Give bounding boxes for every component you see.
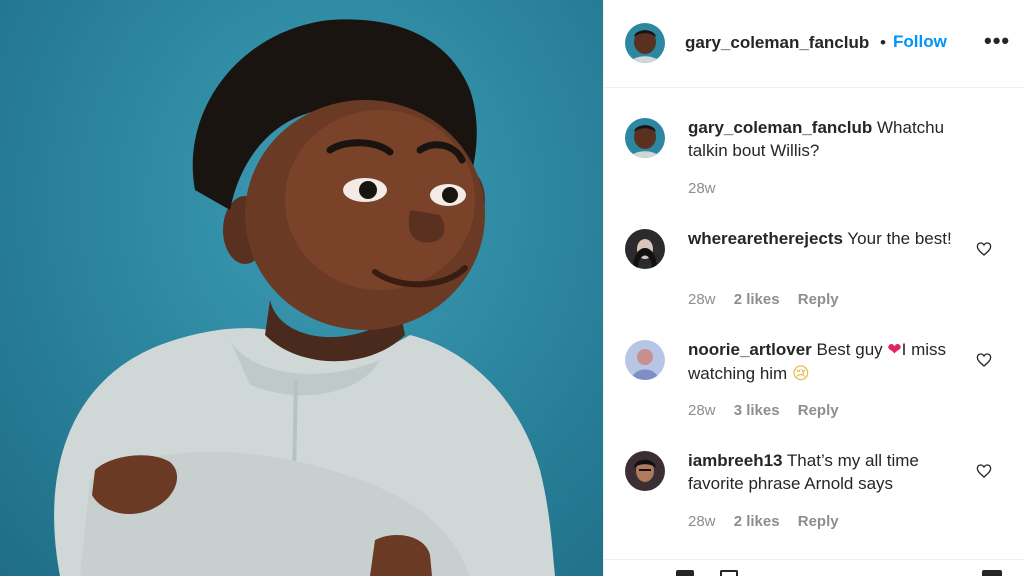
more-options-icon[interactable]: ••• (984, 28, 1010, 54)
header-username[interactable]: gary_coleman_fanclub (685, 33, 869, 53)
post-photo-illustration (54, 19, 555, 576)
comment-text: wherearetherejects Your the best! (688, 227, 958, 250)
caption-avatar[interactable] (625, 118, 665, 158)
comment-likes[interactable]: 3 likes (734, 402, 780, 419)
header-separator: • (880, 33, 886, 52)
caption-text: gary_coleman_fanclub Whatchu talkin bout… (688, 116, 958, 162)
comment-likes[interactable]: 2 likes (734, 291, 780, 308)
comment-time[interactable]: 28w (688, 402, 716, 419)
reply-button[interactable]: Reply (798, 513, 839, 530)
caption-username[interactable]: gary_coleman_fanclub (688, 118, 872, 137)
comment-text: noorie_artlover Best guy ❤I miss watchin… (688, 338, 958, 386)
comment-meta: 28w 3 likes Reply (688, 402, 853, 419)
comment-avatar[interactable] (625, 340, 665, 380)
comment-username[interactable]: noorie_artlover (688, 340, 812, 359)
avatar-image (625, 118, 665, 158)
caption-meta: 28w (688, 180, 730, 197)
avatar-image (625, 23, 665, 63)
comment-icon[interactable] (676, 570, 694, 576)
avatar-image (625, 340, 665, 380)
avatar-image (625, 229, 665, 269)
comment-username[interactable]: iambreeh13 (688, 451, 783, 470)
reply-button[interactable]: Reply (798, 402, 839, 419)
like-heart-icon[interactable] (976, 241, 992, 257)
post-header: gary_coleman_fanclub • Follow ••• (604, 0, 1024, 88)
action-bar-divider (604, 559, 1024, 560)
comment-text: iambreeh13 That’s my all time favorite p… (688, 449, 958, 495)
save-bookmark-icon[interactable] (982, 570, 1002, 576)
share-icon[interactable] (720, 570, 738, 576)
crying-face-emoji: 😢 (791, 364, 810, 384)
comment-body-start: Best guy (816, 340, 888, 359)
reply-button[interactable]: Reply (798, 291, 839, 308)
comment-likes[interactable]: 2 likes (734, 513, 780, 530)
comment-body: Your the best! (847, 229, 952, 248)
comment-avatar[interactable] (625, 451, 665, 491)
comment-username[interactable]: wherearetherejects (688, 229, 843, 248)
caption-time[interactable]: 28w (688, 180, 716, 197)
comment-meta: 28w 2 likes Reply (688, 513, 853, 530)
comment-time[interactable]: 28w (688, 513, 716, 530)
header-avatar[interactable] (625, 23, 665, 63)
comment-time[interactable]: 28w (688, 291, 716, 308)
comment-meta: 28w 2 likes Reply (688, 291, 853, 308)
heart-emoji: ❤ (887, 340, 902, 360)
like-heart-icon[interactable] (976, 463, 992, 479)
post-photo[interactable] (0, 0, 603, 576)
comment-avatar[interactable] (625, 229, 665, 269)
post-sidebar: gary_coleman_fanclub • Follow ••• gary_c… (603, 0, 1024, 576)
avatar-image (625, 451, 665, 491)
follow-button[interactable]: Follow (893, 32, 947, 52)
like-heart-icon[interactable] (976, 352, 992, 368)
